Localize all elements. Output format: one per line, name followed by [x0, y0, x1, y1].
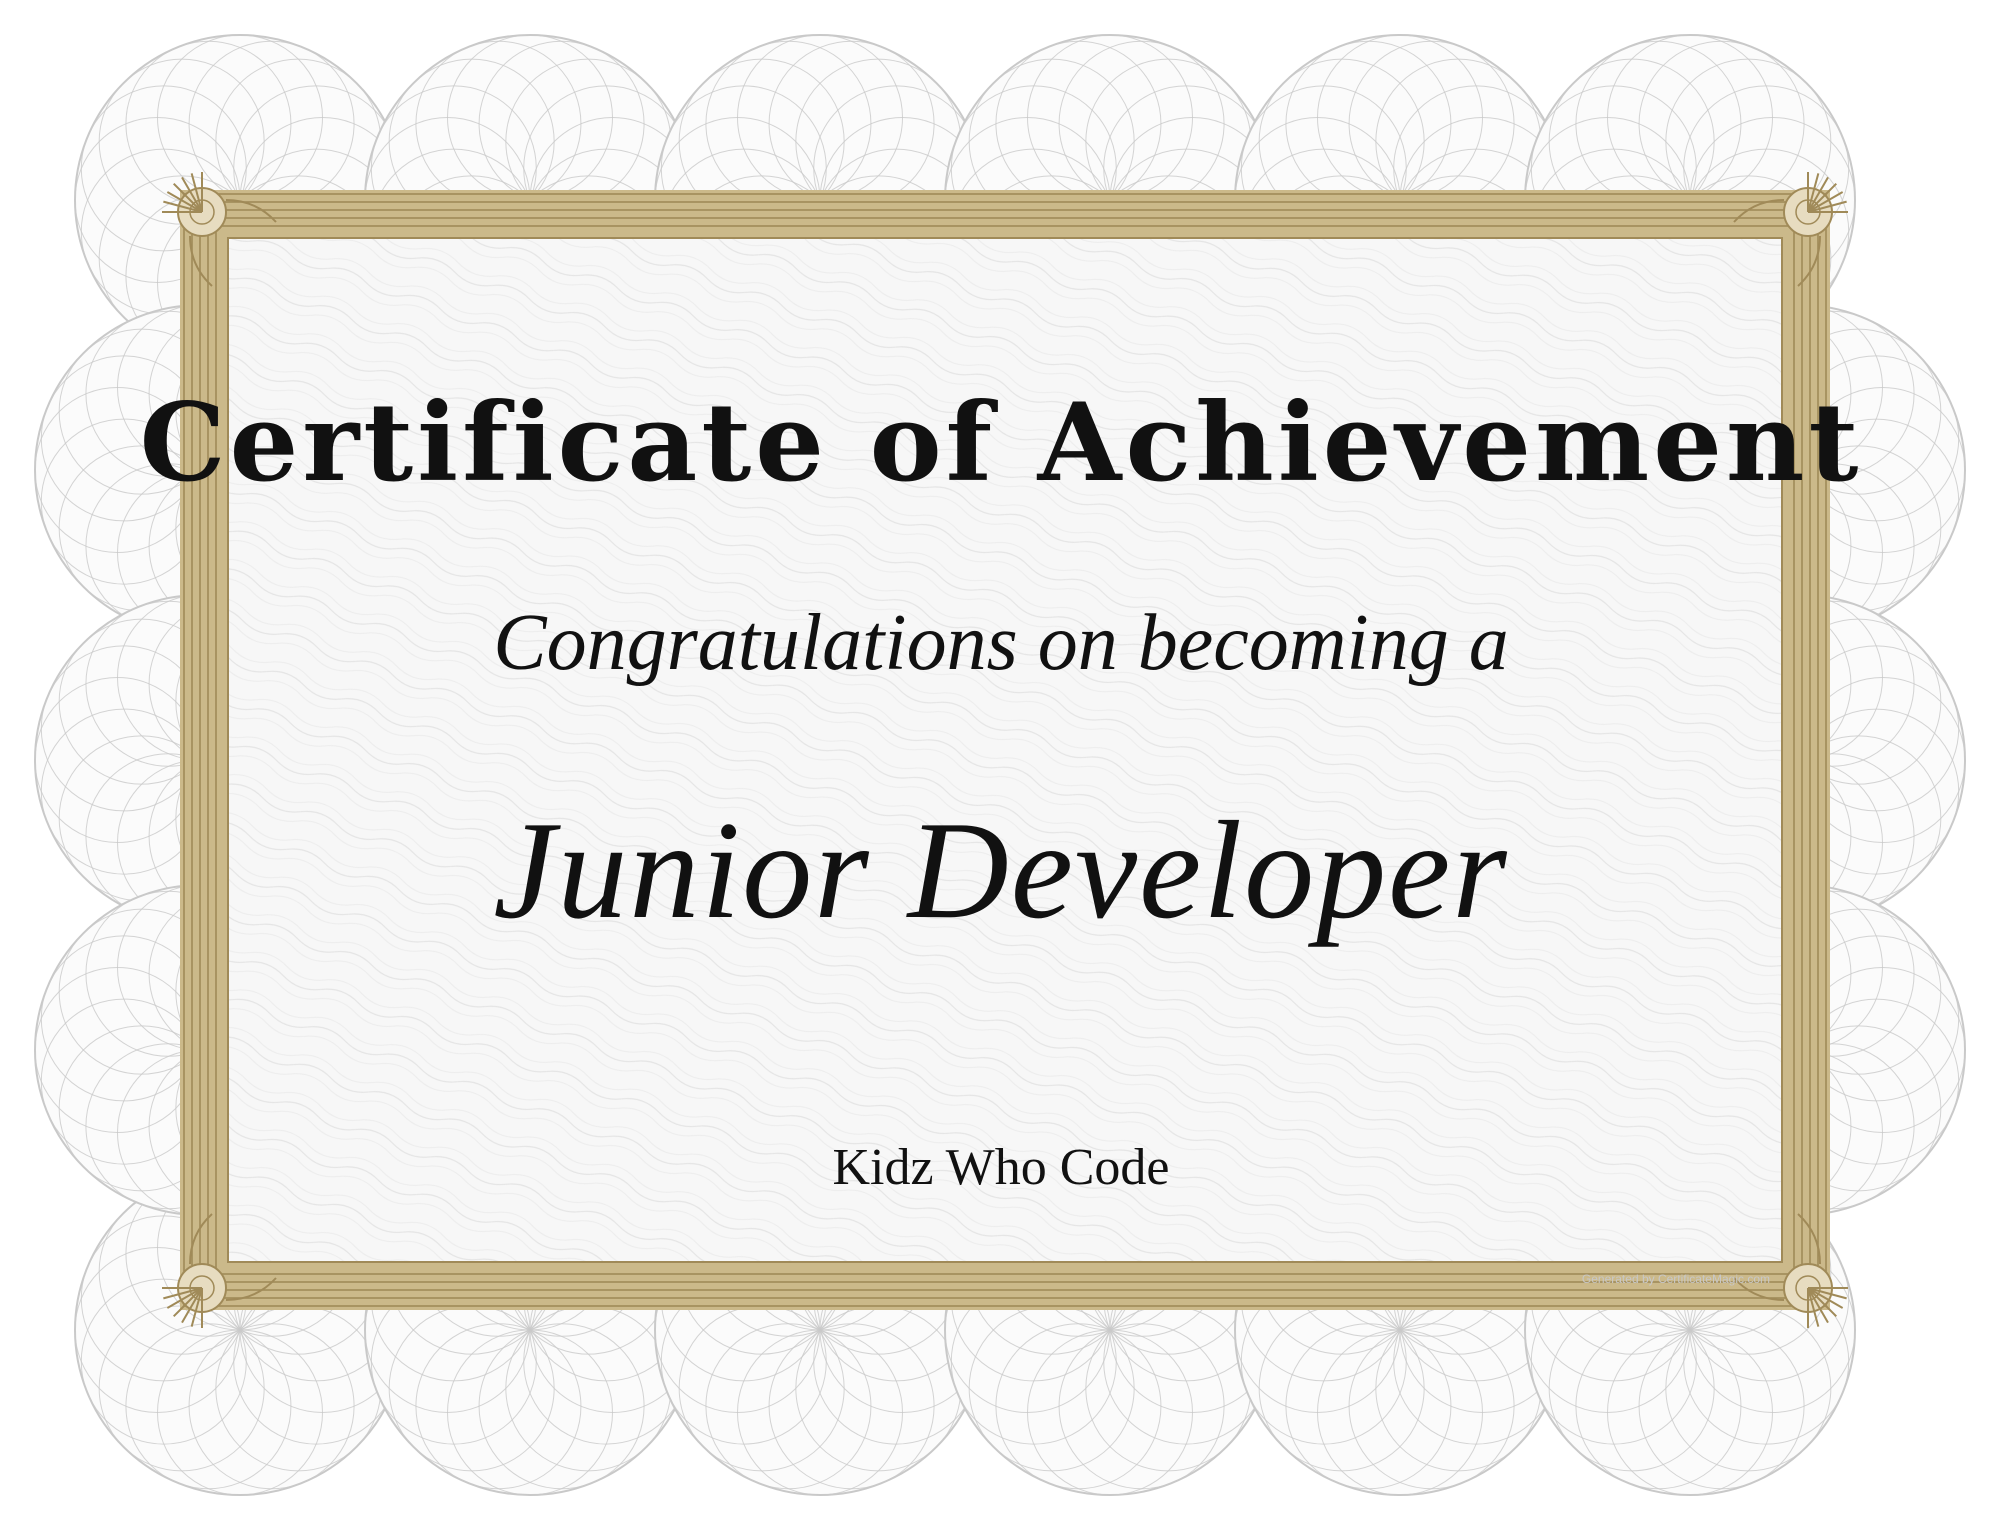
award-name: Junior Developer — [493, 793, 1509, 948]
generator-watermark: Generated by CertificateMagic.com — [1581, 1272, 1770, 1286]
certificate-title: Certificate of Achievement — [139, 380, 1863, 506]
certificate-subtitle: Congratulations on becoming a — [493, 599, 1509, 687]
issuer-name: Kidz Who Code — [832, 1139, 1170, 1196]
certificate-text: Certificate of Achievement Congratulatio… — [0, 0, 2002, 1534]
